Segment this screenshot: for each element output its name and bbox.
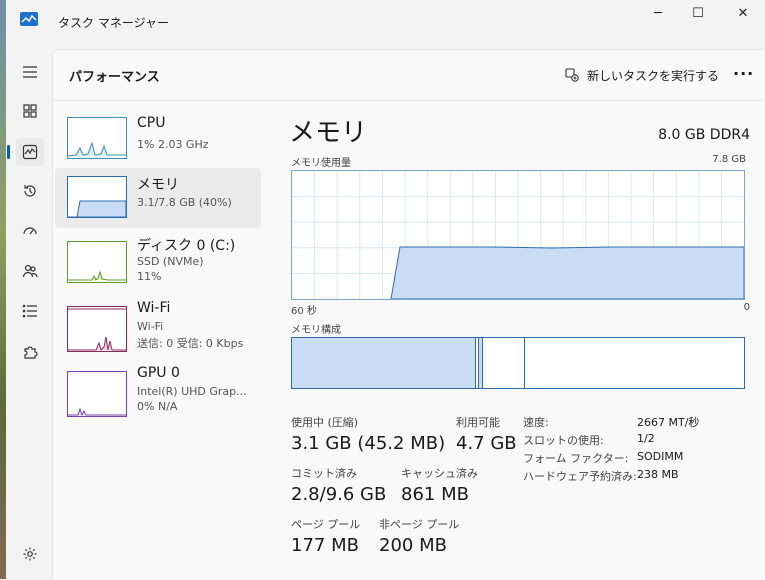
speed-value: 2667 MT/秒	[637, 416, 700, 429]
nonpaged-pool-value: 200 MB	[379, 535, 447, 556]
usage-max: 7.8 GB	[712, 154, 746, 165]
in-use-label: 使用中 (圧縮)	[291, 416, 359, 429]
resource-item-wifi[interactable]: Wi-Fi Wi-Fi 送信: 0 受信: 0 Kbps	[55, 298, 261, 358]
memory-spec: 8.0 GB DDR4	[658, 127, 750, 143]
cached-value: 861 MB	[401, 484, 469, 505]
puzzle-icon[interactable]	[16, 338, 44, 366]
cpu-thumbnail	[67, 117, 127, 159]
task-manager-icon	[20, 12, 38, 26]
resource-detail-2: 0% N/A	[137, 400, 178, 413]
resource-item-memory[interactable]: メモリ 3.1/7.8 GB (40%)	[55, 168, 261, 228]
resource-detail-2: 送信: 0 受信: 0 Kbps	[137, 337, 244, 350]
form-factor-value: SODIMM	[637, 450, 684, 463]
form-factor-label: フォーム ファクター:	[523, 452, 629, 465]
close-button[interactable]: ✕	[720, 0, 765, 26]
memory-usage-graph	[291, 170, 745, 300]
more-options-button[interactable]: ···	[733, 64, 754, 83]
nav-selection-indicator	[7, 145, 10, 159]
header-divider	[53, 100, 765, 101]
paged-pool-label: ページ プール	[291, 518, 361, 531]
resource-item-disk[interactable]: ディスク 0 (C:) SSD (NVMe) 11%	[55, 233, 261, 293]
task-manager-window: タスク マネージャー ─ ☐ ✕ パフォーマンス 新しいタスクを実行する ···	[6, 0, 765, 580]
hardware-reserved-label: ハードウェア予約済み:	[523, 470, 637, 483]
usage-label: メモリ使用量	[291, 158, 351, 169]
slots-used-value: 1/2	[637, 432, 655, 445]
main-pane: パフォーマンス 新しいタスクを実行する ··· CPU 1% 2.03 GHz …	[52, 49, 765, 580]
in-use-value: 3.1 GB (45.2 MB)	[291, 433, 446, 454]
resource-name: GPU 0	[137, 365, 180, 381]
slots-used-label: スロットの使用:	[523, 434, 604, 447]
paged-pool-value: 177 MB	[291, 535, 359, 556]
resource-name: Wi-Fi	[137, 300, 171, 316]
run-new-task-button[interactable]: 新しいタスクを実行する	[565, 62, 719, 88]
hamburger-menu-icon[interactable]	[16, 58, 44, 86]
resource-detail: Intel(R) UHD Grap...	[137, 385, 247, 398]
history-icon[interactable]	[16, 177, 44, 205]
composition-in-use	[292, 338, 476, 388]
available-label: 利用可能	[456, 416, 500, 429]
composition-modified	[478, 338, 483, 388]
list-icon[interactable]	[16, 297, 44, 325]
resource-detail-2: 11%	[137, 270, 162, 283]
resource-item-gpu[interactable]: GPU 0 Intel(R) UHD Grap... 0% N/A	[55, 363, 261, 423]
composition-label: メモリ構成	[291, 325, 341, 336]
hardware-reserved-value: 238 MB	[637, 468, 679, 481]
grid-icon[interactable]	[16, 97, 44, 125]
resource-detail: Wi-Fi	[137, 320, 164, 333]
run-task-icon	[565, 68, 579, 82]
time-axis-end: 0	[743, 302, 750, 313]
available-value: 4.7 GB	[456, 433, 517, 454]
detail-title: メモリ	[289, 118, 368, 148]
nonpaged-pool-label: 非ページ プール	[379, 518, 460, 531]
resource-item-cpu[interactable]: CPU 1% 2.03 GHz	[55, 109, 261, 169]
committed-label: コミット済み	[291, 467, 357, 480]
cached-label: キャッシュ済み	[401, 467, 478, 480]
gpu-thumbnail	[67, 371, 127, 417]
resource-name: ディスク 0 (C:)	[137, 238, 236, 254]
speed-label: 速度:	[523, 416, 549, 429]
performance-icon[interactable]	[16, 138, 44, 166]
composition-standby-divider	[524, 338, 525, 388]
committed-value: 2.8/9.6 GB	[291, 484, 387, 505]
users-icon[interactable]	[16, 257, 44, 285]
time-axis-start: 60 秒	[291, 306, 317, 317]
resource-name: メモリ	[137, 177, 179, 193]
speedometer-icon[interactable]	[16, 217, 44, 245]
title-bar[interactable]: タスク マネージャー ─ ☐ ✕	[6, 0, 765, 44]
window-title: タスク マネージャー	[58, 16, 169, 30]
maximize-button[interactable]: ☐	[675, 0, 721, 26]
page-title: パフォーマンス	[69, 70, 160, 85]
memory-thumbnail	[67, 176, 127, 218]
disk-thumbnail	[67, 241, 127, 283]
resource-name: CPU	[137, 115, 166, 131]
run-new-task-label: 新しいタスクを実行する	[587, 68, 720, 83]
memory-composition-bar	[291, 337, 745, 389]
resource-detail: 3.1/7.8 GB (40%)	[137, 196, 232, 209]
resource-detail: 1% 2.03 GHz	[137, 138, 209, 151]
wifi-thumbnail	[67, 306, 127, 352]
gear-icon[interactable]	[16, 540, 44, 568]
resource-detail: SSD (NVMe)	[137, 255, 204, 268]
